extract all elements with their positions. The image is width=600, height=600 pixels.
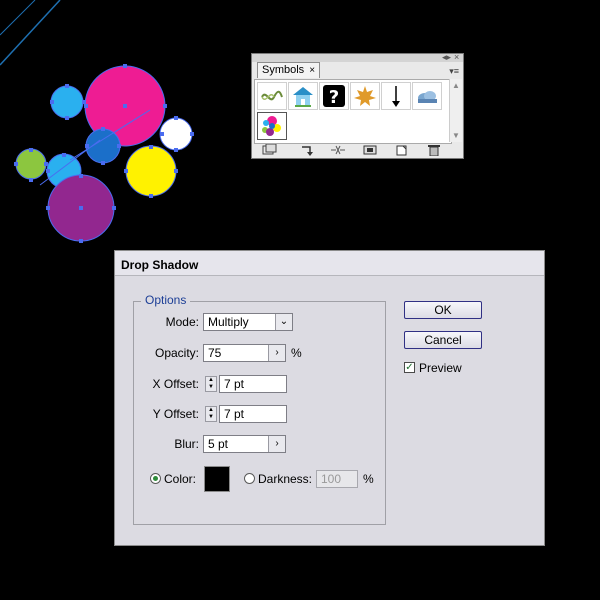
darkness-unit: % [363,472,374,486]
options-group-label: Options [141,293,191,307]
cyan-circle-small [50,85,84,119]
ok-button[interactable]: OK [404,301,482,319]
dialog-title: Drop Shadow [115,251,544,276]
library-menu-icon[interactable] [262,144,278,156]
x-offset-value: 7 pt [224,377,245,391]
mode-select[interactable]: Multiply ⌄ [203,313,293,331]
colored-circles-icon [262,116,281,136]
symbol-rope[interactable] [257,82,287,110]
rope-knot-icon [261,90,283,101]
blur-label: Blur: [174,437,199,451]
break-link-icon[interactable] [330,144,346,156]
symbol-house[interactable] [288,82,318,110]
panel-menu-icon[interactable]: ▾≡ [449,66,459,77]
svg-text:?: ? [329,87,339,107]
x-offset-label: X Offset: [152,377,199,391]
blur-slider-arrow-icon[interactable]: › [268,436,285,452]
panel-titlebar[interactable]: ◂▸ × [252,53,463,62]
drop-shadow-dialog: Drop Shadow Options Mode: Multiply ⌄ Opa… [114,250,545,546]
tab-label: Symbols [262,64,305,76]
opacity-unit: % [291,346,302,360]
panel-scrollbar[interactable]: ▲ ▼ [449,79,462,142]
green-circle [15,148,47,180]
white-circle [159,117,193,151]
y-offset-stepper[interactable]: ▲ ▼ [205,406,217,422]
y-offset-field[interactable]: 7 pt [219,405,287,423]
color-label: Color: [164,472,197,486]
scroll-up-icon[interactable]: ▲ [452,81,460,90]
symbol-cloud[interactable] [412,82,442,110]
circle-group[interactable] [15,65,193,242]
collapse-icon[interactable]: ◂▸ [442,53,451,62]
cancel-button[interactable]: Cancel [404,331,482,349]
symbol-question[interactable]: ? [319,82,349,110]
maple-leaf-icon [354,86,376,106]
darkness-radio[interactable] [244,473,255,484]
color-radio[interactable] [150,473,161,484]
shadow-color-swatch[interactable] [204,466,230,492]
delete-symbol-icon[interactable] [426,144,442,156]
yellow-circle [125,145,177,197]
question-mark-icon: ? [323,85,345,107]
scroll-down-icon[interactable]: ▼ [452,131,460,140]
cloud-icon [418,91,437,103]
corner-lines [0,0,61,66]
opacity-slider-arrow-icon[interactable]: › [268,345,285,361]
panel-footer [252,142,463,158]
symbols-panel: ◂▸ × Symbols × ▾≡ ? ▲ ▼ [251,53,464,159]
blue-circle [85,128,121,164]
house-icon [293,87,313,107]
x-offset-stepper[interactable]: ▲ ▼ [205,376,217,392]
tab-symbols[interactable]: Symbols × [257,62,321,78]
down-arrow-icon [392,86,400,107]
preview-label: Preview [419,361,462,375]
mode-label: Mode: [165,315,199,329]
opacity-label: Opacity: [154,346,199,360]
symbol-options-icon[interactable] [362,144,378,156]
symbols-grid: ? [254,79,452,144]
opacity-value: 75 [208,346,222,360]
symbol-arrow[interactable] [381,82,411,110]
close-icon[interactable]: × [454,53,459,62]
preview-checkbox[interactable]: ✓ [404,362,415,373]
darkness-label: Darkness: [258,472,313,486]
y-offset-label: Y Offset: [152,407,199,421]
mode-value: Multiply [208,315,249,329]
darkness-field[interactable]: 100 [316,470,358,488]
symbol-circles[interactable] [257,112,287,140]
chevron-down-icon[interactable]: ⌄ [275,314,292,330]
new-symbol-icon[interactable] [394,144,410,156]
symbol-leaf[interactable] [350,82,380,110]
blur-value: 5 pt [208,437,229,451]
tab-close-icon[interactable]: × [309,65,315,76]
blur-field[interactable]: 5 pt › [203,435,286,453]
place-symbol-icon[interactable] [300,144,316,156]
y-offset-value: 7 pt [224,407,245,421]
x-offset-field[interactable]: 7 pt [219,375,287,393]
opacity-field[interactable]: 75 › [203,344,286,362]
darkness-value: 100 [321,472,342,486]
